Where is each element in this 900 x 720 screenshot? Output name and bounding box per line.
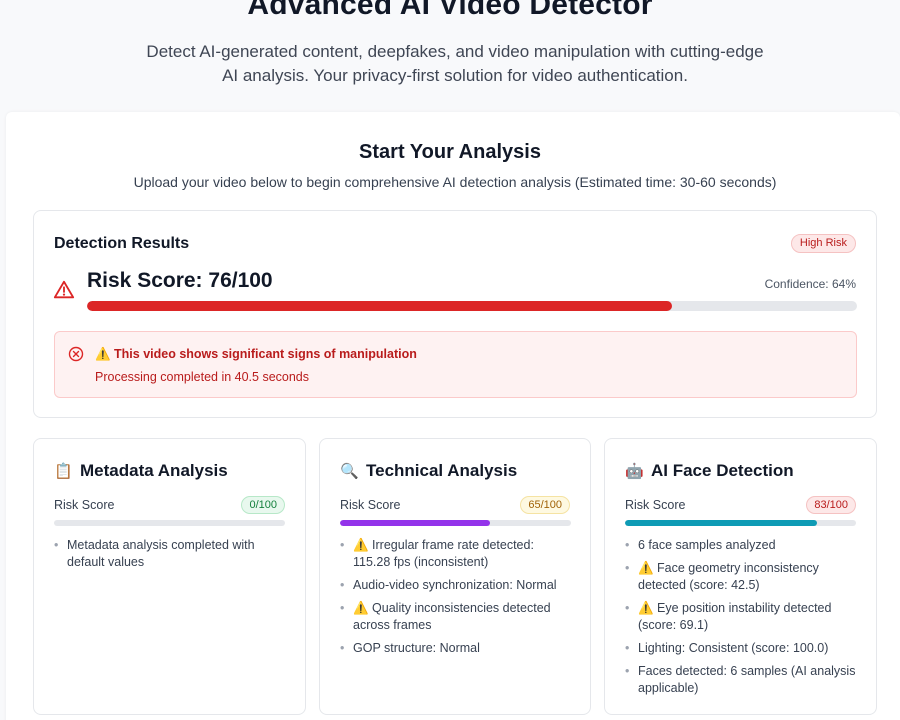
magnifier-icon: 🔍 xyxy=(340,463,359,480)
page-title: Advanced AI Video Detector xyxy=(247,0,653,21)
card-score-bar xyxy=(340,520,571,526)
card-score-bar-fill xyxy=(625,520,817,526)
manipulation-alert: ⚠️ This video shows significant signs of… xyxy=(54,331,857,398)
card-score-bar-fill xyxy=(340,520,491,526)
card-score-badge: 83/100 xyxy=(806,496,856,514)
list-item: ⚠️ Face geometry inconsistency detected … xyxy=(625,560,857,594)
card-title-row: 🤖 AI Face Detection xyxy=(625,461,794,481)
risk-score-bar xyxy=(87,301,857,311)
card-findings-list: Metadata analysis completed with default… xyxy=(54,537,286,577)
list-item: Lighting: Consistent (score: 100.0) xyxy=(625,640,857,657)
card-findings-list: 6 face samples analyzed ⚠️ Face geometry… xyxy=(625,537,857,703)
list-item: ⚠️ Quality inconsistencies detected acro… xyxy=(340,600,572,634)
list-item: Audio-video synchronization: Normal xyxy=(340,577,572,594)
list-item: GOP structure: Normal xyxy=(340,640,572,657)
technical-analysis-card: 🔍 Technical Analysis Risk Score 65/100 ⚠… xyxy=(319,438,591,715)
processing-time-text: Processing completed in 40.5 seconds xyxy=(95,370,310,384)
list-item: ⚠️ Irregular frame rate detected: 115.28… xyxy=(340,537,572,571)
ai-face-detection-card: 🤖 AI Face Detection Risk Score 83/100 6 … xyxy=(604,438,877,715)
hero-section: Advanced AI Video Detector Detect AI-gen… xyxy=(0,0,900,112)
robot-icon: 🤖 xyxy=(625,463,644,480)
card-title: Technical Analysis xyxy=(366,461,518,480)
detection-results-card: Detection Results High Risk Risk Score: … xyxy=(33,210,877,418)
risk-score-bar-fill xyxy=(87,301,673,311)
card-score-bar xyxy=(54,520,285,526)
list-item: ⚠️ Eye position instability detected (sc… xyxy=(625,600,857,634)
card-risk-label: Risk Score xyxy=(54,498,115,512)
detection-results-title: Detection Results xyxy=(54,235,190,252)
page-subtitle: Detect AI-generated content, deepfakes, … xyxy=(146,42,764,85)
warning-triangle-icon xyxy=(53,280,75,299)
card-score-badge: 65/100 xyxy=(520,496,570,514)
risk-level-badge: High Risk xyxy=(790,234,856,253)
list-item: Faces detected: 6 samples (AI analysis a… xyxy=(625,663,857,697)
card-risk-label: Risk Score xyxy=(625,498,686,512)
alert-message: ⚠️ This video shows significant signs of… xyxy=(95,347,417,361)
error-circle-icon xyxy=(68,346,84,362)
metadata-analysis-card: 📋 Metadata Analysis Risk Score 0/100 Met… xyxy=(33,438,306,715)
start-analysis-subtitle: Upload your video below to begin compreh… xyxy=(133,174,777,190)
card-title: AI Face Detection xyxy=(651,461,794,480)
card-score-badge: 0/100 xyxy=(241,496,285,514)
list-item: 6 face samples analyzed xyxy=(625,537,857,554)
clipboard-icon: 📋 xyxy=(54,463,73,480)
card-title: Metadata Analysis xyxy=(80,461,228,480)
start-analysis-title: Start Your Analysis xyxy=(359,141,541,163)
card-risk-label: Risk Score xyxy=(340,498,401,512)
list-item: Metadata analysis completed with default… xyxy=(54,537,286,571)
card-title-row: 🔍 Technical Analysis xyxy=(340,461,517,481)
card-score-bar xyxy=(625,520,856,526)
risk-score-text: Risk Score: 76/100 xyxy=(87,269,273,292)
card-findings-list: ⚠️ Irregular frame rate detected: 115.28… xyxy=(340,537,572,663)
confidence-text: Confidence: 64% xyxy=(764,277,856,291)
card-title-row: 📋 Metadata Analysis xyxy=(54,461,228,481)
